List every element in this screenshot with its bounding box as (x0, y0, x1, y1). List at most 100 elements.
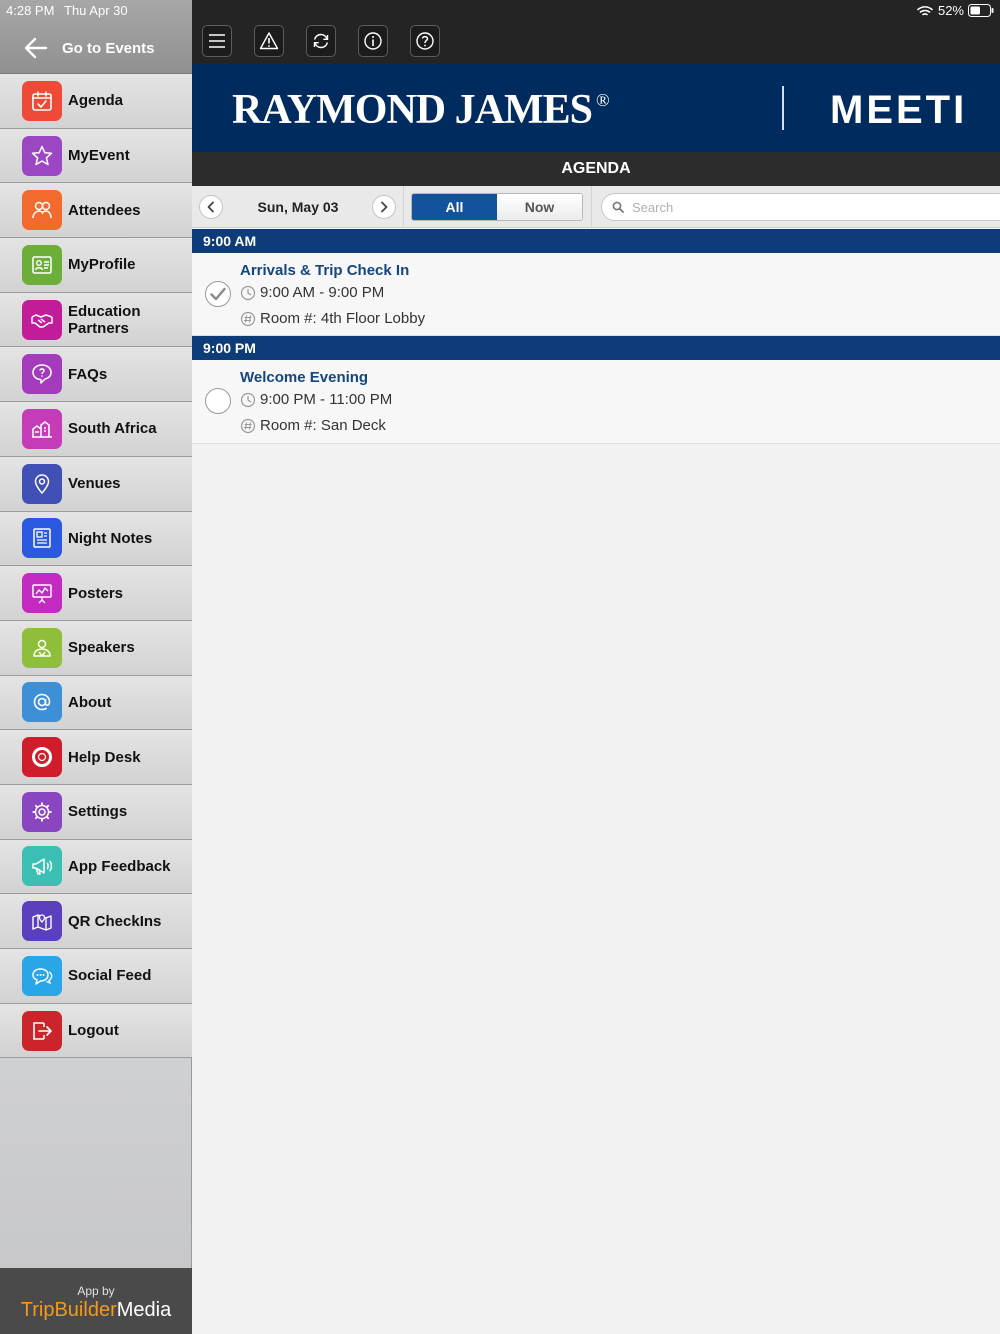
prev-date-button[interactable] (199, 195, 223, 219)
profile-card-icon (22, 244, 62, 285)
sidebar-menu: Agenda MyEvent Attendees MyProfile Educa… (0, 74, 192, 1059)
filter-divider (403, 186, 404, 228)
sidebar-item-social-feed[interactable]: Social Feed (0, 949, 192, 1004)
sidebar-item-night-notes[interactable]: Night Notes (0, 511, 192, 567)
event-time: 9:00 PM - 11:00 PM (260, 391, 393, 408)
sidebar: 4:28 PM Thu Apr 30 Go to Events Agenda M… (0, 0, 192, 1334)
status-time: 4:28 PM (6, 3, 55, 18)
speech-bubble-question-icon (22, 354, 62, 395)
sidebar-item-label: South Africa (68, 420, 157, 438)
filter-divider (591, 186, 592, 228)
map-pin-icon (22, 901, 62, 942)
sidebar-item-settings[interactable]: Settings (0, 784, 192, 840)
sidebar-item-attendees[interactable]: Attendees (0, 183, 192, 239)
star-icon (22, 135, 62, 176)
go-to-events-button[interactable]: Go to Events (24, 34, 155, 62)
sidebar-item-label: QR CheckIns (68, 912, 162, 930)
sidebar-item-posters[interactable]: Posters (0, 566, 192, 621)
sidebar-item-label: MyProfile (68, 256, 136, 274)
event-title[interactable]: Welcome Evening (240, 369, 368, 386)
newspaper-icon (22, 518, 62, 559)
sidebar-header: 4:28 PM Thu Apr 30 Go to Events (0, 0, 192, 74)
current-date: Sun, May 03 (257, 199, 339, 215)
checkmark-icon (210, 287, 226, 301)
sidebar-item-label: Attendees (68, 201, 141, 219)
city-icon (22, 408, 62, 449)
sidebar-item-agenda[interactable]: Agenda (0, 74, 192, 129)
sidebar-item-about[interactable]: About (0, 675, 192, 731)
agenda-filter-bar: Sun, May 03 All Now (192, 186, 1000, 228)
calendar-check-icon (22, 80, 62, 121)
logout-icon (22, 1010, 62, 1051)
sidebar-item-label: Night Notes (68, 529, 153, 547)
brand-part1: TripBuilder (20, 1299, 117, 1321)
handshake-icon (22, 299, 62, 340)
time-header: 9:00 PM (192, 336, 1000, 360)
sidebar-item-logout[interactable]: Logout (0, 1003, 192, 1059)
sidebar-item-venues[interactable]: Venues (0, 456, 192, 512)
sidebar-item-label: Venues (68, 475, 121, 493)
refresh-button[interactable] (306, 25, 336, 57)
sidebar-item-help-desk[interactable]: Help Desk (0, 730, 192, 785)
alert-icon (259, 32, 279, 50)
top-toolbar: 52% (192, 0, 1000, 64)
banner-divider (782, 86, 784, 130)
help-icon (416, 32, 434, 50)
alert-button[interactable] (254, 25, 284, 57)
event-room: Room #: 4th Floor Lobby (260, 310, 426, 327)
info-button[interactable] (358, 25, 388, 57)
chat-bubbles-icon (22, 955, 62, 996)
wifi-icon (917, 5, 933, 15)
sidebar-item-label: MyEvent (68, 147, 130, 165)
next-date-button[interactable] (372, 195, 396, 219)
sidebar-item-faqs[interactable]: FAQs (0, 347, 192, 403)
event-title[interactable]: Arrivals & Trip Check In (240, 262, 409, 279)
chevron-left-icon (207, 201, 214, 213)
attend-checkbox[interactable] (205, 281, 231, 307)
sidebar-item-label: Education Partners (68, 302, 141, 337)
speaker-person-icon (22, 627, 62, 668)
sidebar-item-app-feedback[interactable]: App Feedback (0, 839, 192, 895)
menu-button[interactable] (202, 25, 232, 57)
at-sign-icon (22, 682, 62, 723)
sidebar-item-qr-checkins[interactable]: QR CheckIns (0, 894, 192, 949)
hash-icon (240, 418, 256, 433)
easel-chart-icon (22, 573, 62, 614)
status-date: Thu Apr 30 (64, 3, 128, 18)
help-button[interactable] (410, 25, 440, 57)
registered-mark: ® (595, 90, 610, 110)
sidebar-item-myevent[interactable]: MyEvent (0, 128, 192, 184)
agenda-item[interactable]: Arrivals & Trip Check In 9:00 AM - 9:00 … (192, 253, 1000, 336)
time-header: 9:00 AM (192, 229, 1000, 253)
sidebar-item-myprofile[interactable]: MyProfile (0, 238, 192, 293)
sidebar-item-label: Agenda (68, 92, 124, 110)
app-by-footer: App by TripBuilderMedia (0, 1268, 192, 1334)
attend-checkbox[interactable] (205, 388, 231, 414)
sidebar-item-label: Posters (68, 584, 124, 602)
info-icon (364, 32, 382, 50)
chevron-right-icon (381, 201, 388, 213)
megaphone-icon (22, 846, 62, 887)
sidebar-item-label: Social Feed (68, 967, 152, 985)
sidebar-item-south-africa[interactable]: South Africa (0, 402, 192, 457)
lifebuoy-icon (22, 737, 62, 778)
segment-now[interactable]: Now (497, 194, 582, 220)
sidebar-item-label: FAQs (68, 365, 108, 383)
sidebar-item-education-partners[interactable]: Education Partners (0, 292, 192, 348)
sidebar-item-label: Help Desk (68, 748, 141, 766)
menu-icon (209, 34, 225, 48)
event-room: Room #: San Deck (260, 417, 386, 434)
sidebar-item-label: App Feedback (68, 857, 171, 875)
refresh-icon (313, 33, 329, 49)
go-to-events-label: Go to Events (62, 39, 155, 57)
agenda-item[interactable]: Welcome Evening 9:00 PM - 11:00 PM Room … (192, 360, 1000, 444)
search-input[interactable] (632, 199, 972, 215)
segment-all[interactable]: All (412, 194, 497, 220)
raymond-james-logo: RAYMOND JAMES ® (232, 86, 610, 134)
sidebar-item-label: Speakers (68, 639, 135, 657)
map-pin-icon (22, 463, 62, 504)
battery-percent: 52% (937, 3, 964, 18)
sidebar-item-speakers[interactable]: Speakers (0, 620, 192, 676)
search-icon (612, 201, 624, 213)
search-box (601, 193, 1000, 221)
